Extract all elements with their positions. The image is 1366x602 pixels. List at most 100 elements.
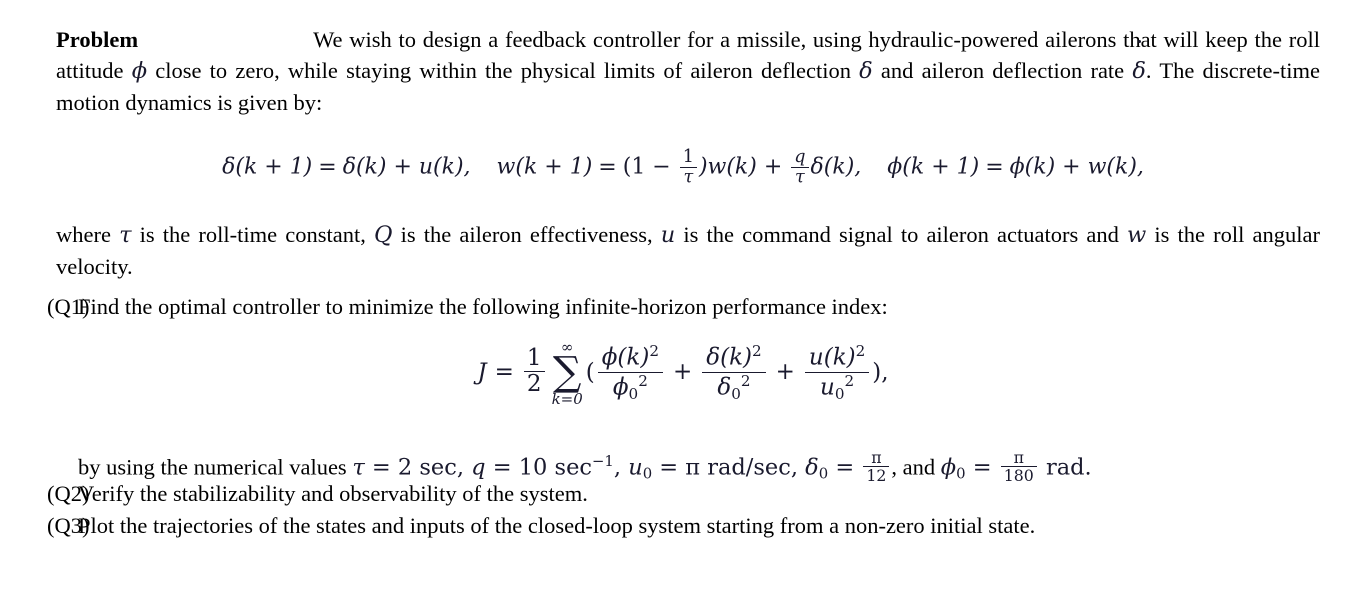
fraction-phi-term: ϕ(k)2 ϕ02 xyxy=(597,342,663,404)
exponent: 2 xyxy=(740,371,751,390)
nv-u0: u xyxy=(628,454,643,481)
nv-phi0: ϕ xyxy=(940,454,957,481)
fraction-numerator: 1 xyxy=(682,147,694,167)
eq-w-tail: δ(k), xyxy=(810,154,862,180)
question-label-q1: (Q1) xyxy=(47,294,90,319)
nv-u0-value: = π rad/sec, xyxy=(652,454,806,481)
question-item-q3: (Q3) Plot the trajectories of the states… xyxy=(18,510,1320,541)
eq-w-open: (1 − xyxy=(622,154,678,180)
symbol-delta-dot: δ xyxy=(1132,39,1146,87)
exponent: 2 xyxy=(638,371,648,390)
question-text-q1: Find the optimal controller to minimize … xyxy=(78,294,888,319)
fraction-delta-term: δ(k)2 δ02 xyxy=(702,342,766,404)
symbol-delta: δ xyxy=(859,58,873,84)
eq-delta-equals: = xyxy=(318,154,337,180)
where-paragraph: where τ is the roll-time constant, Q is … xyxy=(56,219,1320,282)
fraction-numerator: δ(k)2 xyxy=(702,342,765,372)
nv-prefix: by using the numerical values xyxy=(78,454,353,480)
eq-J-equals: = xyxy=(494,359,514,386)
nv-phi0-equals: = xyxy=(965,454,999,481)
eq-w-lhs: w(k + 1) xyxy=(496,154,593,180)
subscript: 0 xyxy=(628,384,639,403)
nv-delta0-equals: = xyxy=(828,454,862,481)
symbol-w: w xyxy=(1127,222,1147,248)
fraction-denominator: δ02 xyxy=(702,371,766,404)
fraction-numerator: π xyxy=(871,448,882,468)
symbol-delta-dot-base: δ xyxy=(1132,58,1146,84)
eq-plus-1: + xyxy=(672,359,693,386)
fraction-numerator: u(k)2 xyxy=(805,342,869,372)
fraction-numerator: π xyxy=(1013,448,1024,468)
question-text-q3: Plot the trajectories of the states and … xyxy=(78,513,1036,538)
fraction-q-over-tau: qτ xyxy=(791,147,809,187)
subscript: 0 xyxy=(834,384,845,403)
exponent: 2 xyxy=(855,342,866,361)
fraction-denominator: u02 xyxy=(804,371,870,404)
exponent: 2 xyxy=(751,342,762,361)
symbol-Q: Q xyxy=(374,222,393,248)
fraction-numerator: 1 xyxy=(526,345,542,372)
fraction-denominator: τ xyxy=(679,167,697,187)
intro-text-part2: close to zero, while staying within the … xyxy=(147,58,860,83)
nv-q-exponent: −1 xyxy=(591,452,614,470)
u-k: u(k) xyxy=(808,344,856,371)
fraction-one-half: 12 xyxy=(523,345,545,397)
fraction-denominator: τ xyxy=(791,167,809,187)
where-text-p3: is the aileron effectiveness, xyxy=(392,222,661,247)
subscript: 0 xyxy=(731,384,741,403)
phi-base: ϕ xyxy=(612,374,629,401)
eq-delta-rhs: δ(k) + u(k), xyxy=(342,154,471,180)
symbol-tau: τ xyxy=(119,222,132,248)
nv-q: q xyxy=(471,454,486,481)
delta-k: δ(k) xyxy=(706,344,752,371)
eq-w-equals: = xyxy=(598,154,617,180)
eq-w-mid: )w(k) + xyxy=(698,154,790,180)
symbol-u: u xyxy=(660,222,676,248)
fraction-numerator: q xyxy=(794,147,806,167)
nv-delta0: δ xyxy=(805,454,819,481)
u-base: u xyxy=(820,374,835,401)
summation-sigma: ∑ xyxy=(552,349,582,395)
question-item-q1: (Q1) Find the optimal controller to mini… xyxy=(18,291,1320,322)
summation-operator: ∞ ∑ k=0 xyxy=(552,340,583,407)
fraction-numerator: ϕ(k)2 xyxy=(598,342,663,372)
summation-lower-limit: k=0 xyxy=(551,389,583,408)
nv-delta0-tail: , and xyxy=(891,454,941,480)
eq-J-symbol: J xyxy=(477,359,487,386)
exponent: 2 xyxy=(649,342,659,361)
nv-q-value: = 10 sec xyxy=(485,454,592,481)
nv-phi0-tail: rad. xyxy=(1038,454,1092,481)
fraction-denominator: 2 xyxy=(523,371,545,397)
document-page: Problem We wish to design a feedback cont… xyxy=(0,0,1366,602)
where-text-p1: where xyxy=(56,222,120,247)
where-text-p4: is the command signal to aileron actuato… xyxy=(675,222,1127,247)
delta-base: δ xyxy=(717,374,732,401)
phi-k: ϕ(k) xyxy=(601,344,650,371)
question-item-q2: (Q2) Verify the stabilizability and obse… xyxy=(18,478,1320,509)
page-title: Problem xyxy=(56,27,139,52)
eq-close-paren: ), xyxy=(872,359,889,386)
eq-open-paren: ( xyxy=(585,359,595,386)
nv-tau: τ xyxy=(352,454,365,481)
where-text-p2: is the roll-time constant, xyxy=(131,222,375,247)
eq-phi-lhs: ϕ(k + 1) xyxy=(887,154,980,180)
question-text-q2: Verify the stabilizability and observabi… xyxy=(78,481,588,506)
equation-dynamics: δ(k + 1) = δ(k) + u(k), w(k + 1) = (1 − 1 τ)w(… xyxy=(0,147,1366,187)
fraction-one-over-tau: 1τ xyxy=(679,147,697,187)
intro-text-part3: and aileron deflection rate xyxy=(872,58,1133,83)
exponent: 2 xyxy=(844,371,855,390)
nv-q-tail: , xyxy=(613,454,629,481)
fraction-denominator: ϕ02 xyxy=(597,371,663,404)
question-label-q2: (Q2) xyxy=(47,481,90,506)
intro-paragraph: Problem We wish to design a feedback cont… xyxy=(56,24,1320,118)
eq-phi-equals: = xyxy=(985,154,1004,180)
eq-phi-rhs: ϕ(k) + w(k), xyxy=(1009,154,1144,180)
dot-accent xyxy=(1138,39,1142,43)
question-label-q3: (Q3) xyxy=(47,513,90,538)
equation-cost-index: J = 1 2 ∞ ∑ k=0(ϕ(k)2 ϕ02 + δ(k)2 δ02 + u(k)2 u02), xyxy=(0,340,1366,407)
fraction-u-term: u(k)2 u02 xyxy=(804,342,870,404)
eq-plus-2: + xyxy=(775,359,795,386)
symbol-phi: ϕ xyxy=(131,58,148,84)
nv-tau-value: = 2 sec, xyxy=(364,454,472,481)
eq-delta-lhs: δ(k + 1) xyxy=(222,154,313,180)
